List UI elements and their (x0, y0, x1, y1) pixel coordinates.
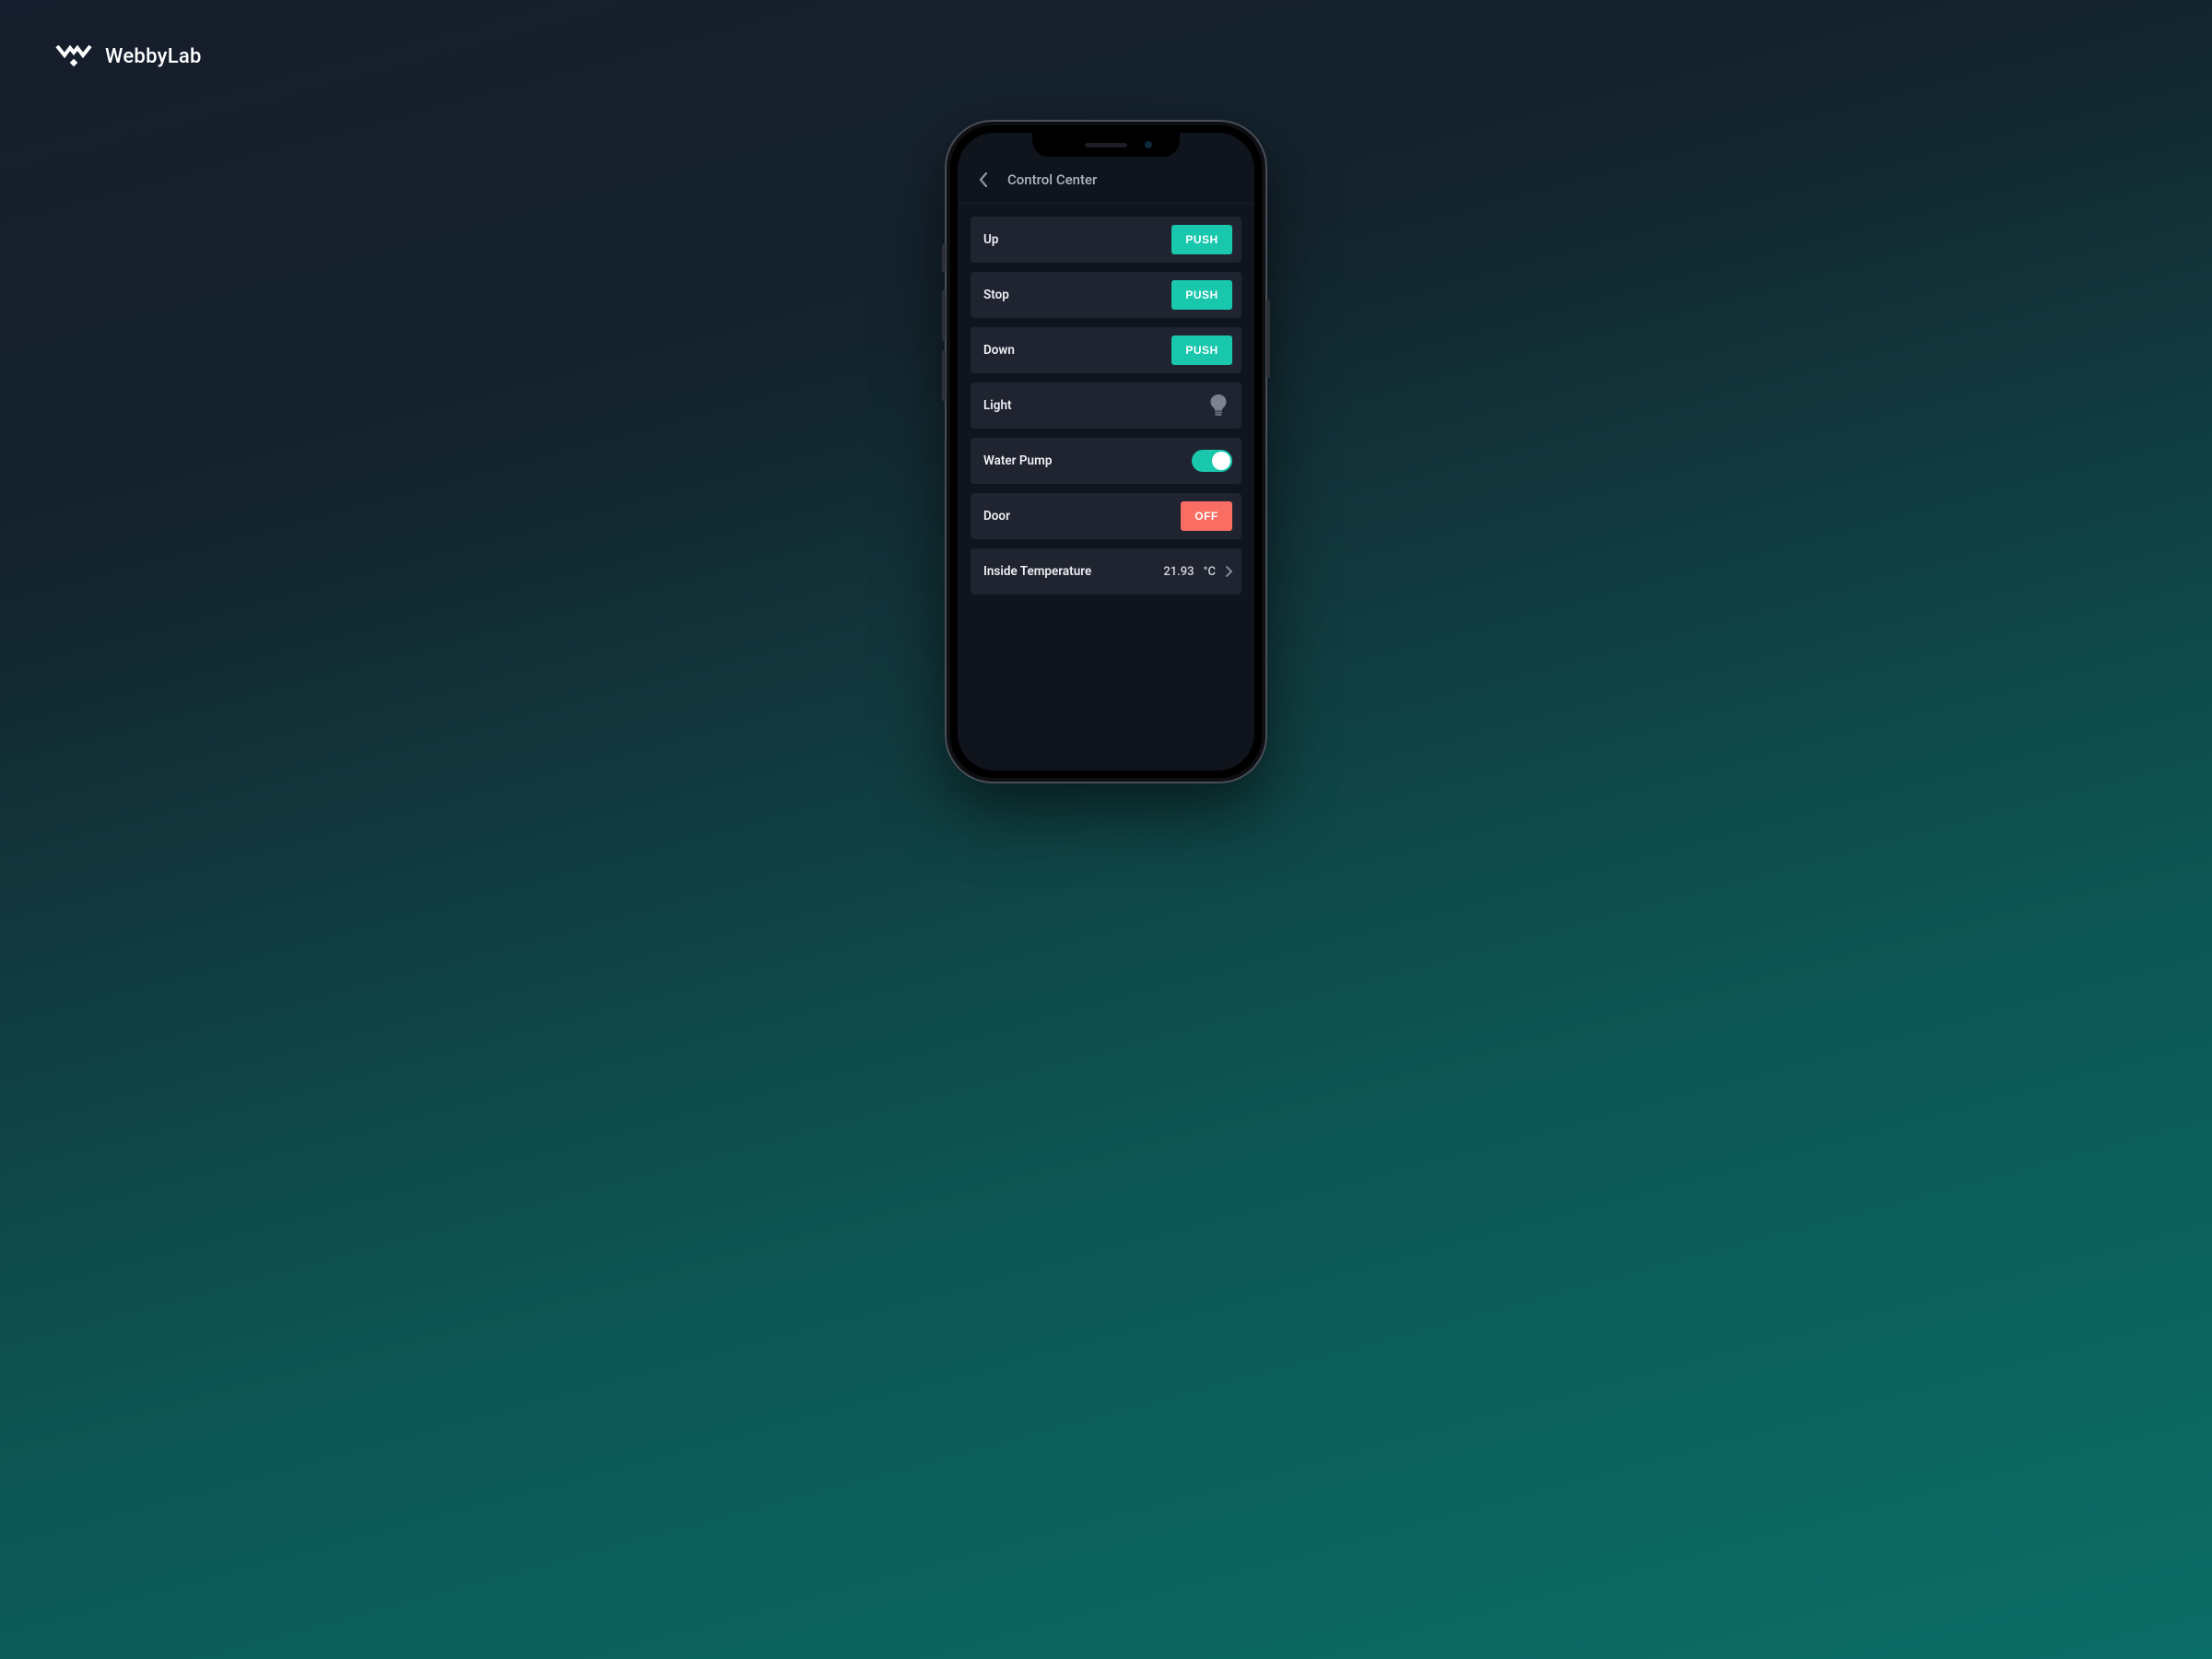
row-temperature[interactable]: Inside Temperature 21.93 °C (971, 548, 1241, 594)
push-down-button[interactable]: PUSH (1171, 335, 1232, 365)
page-title: Control Center (1007, 171, 1097, 188)
row-up: Up PUSH (971, 217, 1241, 263)
row-label: Inside Temperature (983, 564, 1091, 579)
phone-screen: Control Center Up PUSH Stop PUSH Down PU… (958, 133, 1254, 771)
row-label: Door (983, 509, 1010, 524)
chevron-right-icon (1225, 566, 1232, 577)
phone-notch (1032, 133, 1180, 157)
phone-side-button (1266, 300, 1270, 378)
toggle-knob (1212, 452, 1230, 470)
row-label: Water Pump (983, 453, 1052, 468)
brand-name: WebbyLab (105, 45, 202, 68)
brand-logo: WebbyLab (55, 42, 202, 70)
phone-frame: Control Center Up PUSH Stop PUSH Down PU… (945, 120, 1267, 783)
row-stop: Stop PUSH (971, 272, 1241, 318)
row-door: Door OFF (971, 493, 1241, 539)
row-label: Light (983, 398, 1012, 413)
row-water-pump: Water Pump (971, 438, 1241, 484)
push-up-button[interactable]: PUSH (1171, 225, 1232, 254)
chevron-left-icon (979, 172, 988, 187)
webbylab-logo-icon (55, 42, 92, 70)
temperature-value: 21.93 (1163, 565, 1194, 579)
lightbulb-icon (1208, 394, 1232, 418)
phone-side-button (942, 244, 946, 272)
phone-side-button (942, 290, 946, 341)
door-off-button[interactable]: OFF (1181, 501, 1232, 531)
control-rows: Up PUSH Stop PUSH Down PUSH Light (958, 204, 1254, 594)
temperature-unit: °C (1204, 565, 1216, 579)
row-label: Down (983, 343, 1015, 358)
push-stop-button[interactable]: PUSH (1171, 280, 1232, 310)
row-label: Up (983, 232, 998, 247)
water-pump-toggle[interactable] (1192, 450, 1232, 472)
temperature-value-group: 21.93 °C (1163, 565, 1232, 579)
row-down: Down PUSH (971, 327, 1241, 373)
back-button[interactable] (976, 172, 991, 187)
row-light[interactable]: Light (971, 382, 1241, 429)
phone-side-button (942, 350, 946, 401)
row-label: Stop (983, 288, 1009, 302)
